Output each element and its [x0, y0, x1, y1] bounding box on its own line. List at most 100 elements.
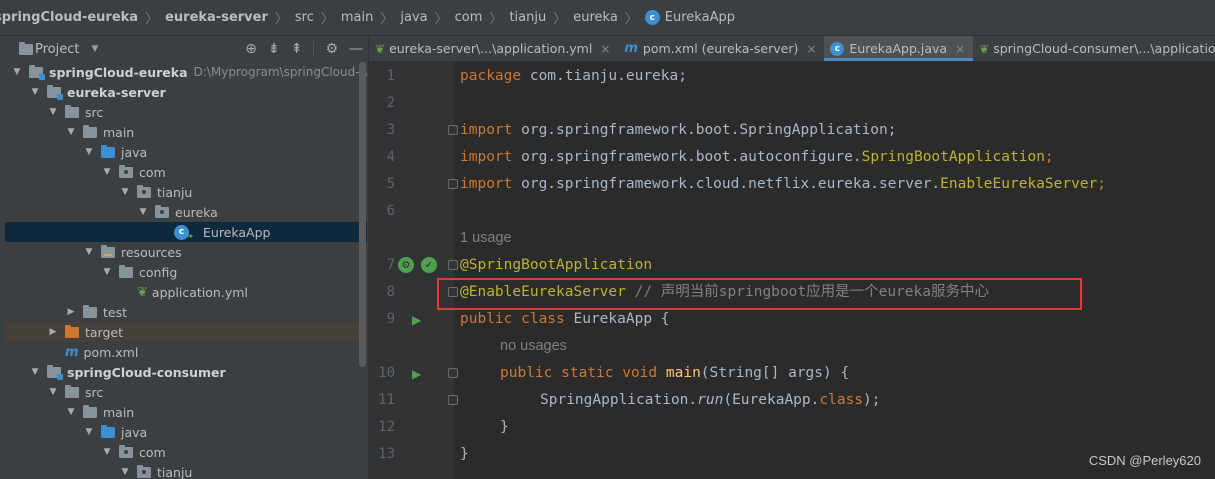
tab-pom-xml[interactable]: m pom.xml (eureka-server) × — [618, 36, 824, 61]
tree-row-folder[interactable]: ▼ src — [5, 382, 367, 402]
tree-row-folder[interactable]: ▼ src — [5, 102, 367, 122]
close-icon[interactable]: × — [600, 42, 610, 56]
code-line[interactable]: public static void main(String[] args) { — [500, 360, 849, 387]
code-line[interactable]: SpringApplication.run(EurekaApp.class); — [540, 387, 881, 414]
folder-icon — [65, 384, 79, 398]
fold-marker-icon[interactable] — [448, 368, 458, 378]
run-icon[interactable]: ▶ — [412, 313, 421, 327]
tree-row-folder[interactable]: ▶ test — [5, 302, 367, 322]
tab-consumer-application-yml[interactable]: ❦ springCloud-consumer\...\application.y… — [973, 36, 1215, 61]
fold-marker-icon[interactable] — [448, 179, 458, 189]
chevron-down-icon[interactable]: ▼ — [101, 446, 113, 458]
tree-row-folder[interactable]: ▼ config — [5, 262, 367, 282]
tree-row-module[interactable]: ▼ eureka-server — [5, 82, 367, 102]
chevron-down-icon[interactable]: ▼ — [47, 106, 59, 118]
chevron-down-icon[interactable]: ▼ — [137, 206, 149, 218]
breadcrumb-item[interactable]: com — [455, 10, 483, 25]
tree-item-label: pom.xml — [83, 344, 139, 360]
code-line[interactable]: import org.springframework.cloud.netflix… — [460, 171, 1106, 198]
breadcrumb-item-current[interactable]: c EurekaApp — [644, 10, 735, 25]
run-icon[interactable]: ▶ — [412, 367, 421, 381]
close-icon[interactable]: × — [955, 42, 965, 56]
tree-row-module[interactable]: ▼ springCloud-eureka D:\Myprogram\spring… — [5, 62, 367, 82]
spring-navigate-icon[interactable]: ✓ — [421, 257, 437, 273]
chevron-down-icon[interactable]: ▼ — [83, 146, 95, 158]
chevron-down-icon[interactable]: ▼ — [11, 66, 23, 78]
chevron-right-icon[interactable]: ▶ — [65, 306, 77, 318]
tree-item-label: src — [85, 384, 104, 400]
chevron-down-icon[interactable]: ▼ — [65, 406, 77, 418]
breadcrumb-item[interactable]: springCloud-eureka — [0, 10, 138, 25]
project-tree: ▼ springCloud-eureka D:\Myprogram\spring… — [5, 62, 367, 479]
spring-bean-icon[interactable]: ⚙ — [398, 257, 414, 273]
chevron-right-icon: 〉 — [145, 12, 159, 27]
tree-row-folder[interactable]: ▼ main — [5, 122, 367, 142]
code-editor[interactable]: 1 2 3 4 5 6 7 8 9 10 11 12 13 ⚙ ✓ ▶ ▶ pa… — [369, 62, 1215, 479]
tree-row-package[interactable]: ▼ tianju — [5, 182, 367, 202]
line-number: 1 — [386, 68, 395, 84]
minimize-icon[interactable]: — — [349, 42, 363, 56]
tree-row-file[interactable]: ❦ application.yml — [5, 282, 367, 302]
tree-row-class-selected[interactable]: c ❧ EurekaApp — [5, 222, 367, 242]
spring-class-icon: c ❧ — [174, 224, 194, 242]
yaml-file-icon: ❦ — [375, 41, 386, 56]
chevron-down-icon[interactable]: ▼ — [83, 426, 95, 438]
chevron-down-icon[interactable]: ▼ — [101, 266, 113, 278]
line-number: 6 — [386, 203, 395, 219]
expand-all-icon[interactable]: ⇟ — [268, 42, 280, 56]
tree-row-package[interactable]: ▼ eureka — [5, 202, 367, 222]
breadcrumb-item[interactable]: tianju — [509, 10, 546, 25]
fold-marker-icon[interactable] — [448, 125, 458, 135]
fold-marker-icon[interactable] — [448, 260, 458, 270]
code-line[interactable]: package com.tianju.eureka; — [460, 63, 687, 90]
tree-scrollbar[interactable] — [359, 62, 366, 367]
tab-eureka-server-application-yml[interactable]: ❦ eureka-server\...\application.yml × — [369, 36, 618, 61]
tree-row-package[interactable]: ▼ tianju — [5, 462, 367, 479]
code-line[interactable]: public class EurekaApp { — [460, 306, 670, 333]
line-number: 13 — [378, 446, 395, 462]
code-line[interactable]: } — [500, 414, 509, 441]
code-line[interactable]: import org.springframework.boot.autoconf… — [460, 144, 1054, 171]
breadcrumb-item[interactable]: eureka-server — [165, 10, 268, 25]
tree-row-folder[interactable]: ▼ java — [5, 422, 367, 442]
breadcrumb-item[interactable]: main — [341, 10, 373, 25]
tree-row-package[interactable]: ▼ com — [5, 162, 367, 182]
maven-icon: m — [65, 344, 79, 360]
fold-marker-icon[interactable] — [448, 395, 458, 405]
chevron-down-icon[interactable]: ▼ — [65, 126, 77, 138]
breadcrumb-item[interactable]: eureka — [573, 10, 618, 25]
code-line[interactable]: } — [460, 441, 469, 468]
usage-hint[interactable]: no usages — [500, 333, 567, 360]
tree-row-folder[interactable]: ▼ java — [5, 142, 367, 162]
breadcrumb-item[interactable]: src — [295, 10, 314, 25]
tab-eurekaapp-java[interactable]: c EurekaApp.java × — [824, 36, 974, 61]
code-line[interactable]: import org.springframework.boot.SpringAp… — [460, 117, 897, 144]
tree-row-folder[interactable]: ▼ main — [5, 402, 367, 422]
spring-class-icon: c — [830, 41, 845, 56]
tree-item-label: EurekaApp — [203, 224, 271, 240]
chevron-down-icon[interactable]: ▼ — [83, 246, 95, 258]
close-icon[interactable]: × — [806, 42, 816, 56]
tree-row-package[interactable]: ▼ com — [5, 442, 367, 462]
gear-icon[interactable]: ⚙ — [325, 42, 338, 56]
line-number: 7 — [386, 257, 395, 273]
tree-row-folder-excluded[interactable]: ▶ target — [5, 322, 367, 342]
collapse-all-icon[interactable]: ⇞ — [291, 42, 303, 56]
tree-item-label: main — [103, 124, 135, 140]
chevron-down-icon[interactable]: ▼ — [29, 366, 41, 378]
locate-icon[interactable]: ⊕ — [245, 42, 257, 56]
chevron-right-icon[interactable]: ▶ — [47, 326, 59, 338]
usage-hint[interactable]: 1 usage — [460, 225, 512, 252]
chevron-down-icon[interactable]: ▼ — [101, 166, 113, 178]
project-view-selector[interactable]: Project — [35, 42, 79, 57]
breadcrumb-item[interactable]: java — [400, 10, 427, 25]
chevron-down-icon[interactable]: ▼ — [29, 86, 41, 98]
tree-row-folder[interactable]: ▼ resources — [5, 242, 367, 262]
tree-row-module[interactable]: ▼ springCloud-consumer — [5, 362, 367, 382]
tree-row-file[interactable]: m pom.xml — [5, 342, 367, 362]
chevron-down-icon[interactable]: ▼ — [119, 466, 131, 478]
chevron-down-icon[interactable]: ▼ — [47, 386, 59, 398]
code-line[interactable]: @SpringBootApplication — [460, 252, 652, 279]
chevron-down-icon[interactable]: ▼ — [91, 44, 98, 54]
chevron-down-icon[interactable]: ▼ — [119, 186, 131, 198]
